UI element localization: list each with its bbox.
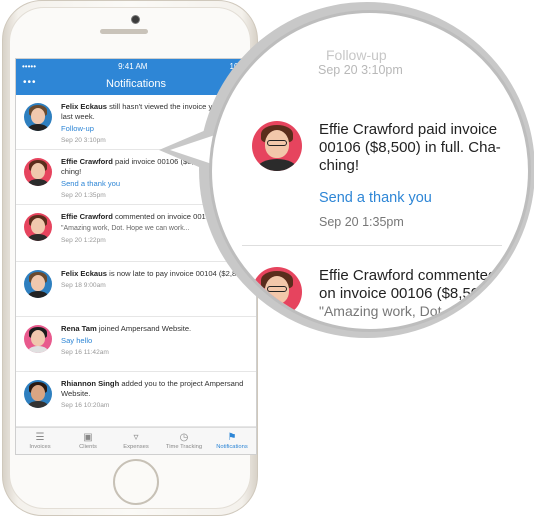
home-button[interactable] <box>113 459 159 505</box>
tab-label: Expenses <box>123 444 149 450</box>
notification-item[interactable]: Felix Eckaus is now late to pay invoice … <box>16 262 256 317</box>
notification-item[interactable]: Rhiannon Singh added you to the project … <box>16 372 256 427</box>
notification-date: Sep 16 10:20am <box>61 402 110 409</box>
earpiece-speaker <box>100 29 148 34</box>
tab-notifications[interactable]: ⚑ Notifications <box>208 428 256 454</box>
avatar <box>252 267 302 317</box>
notification-date: Sep 18 9:00am <box>61 282 106 289</box>
sender-name: Felix Eckaus <box>61 269 108 278</box>
tab-time-tracking[interactable]: ◷ Time Tracking <box>160 428 208 454</box>
notification-item[interactable]: Rena Tam joined Ampersand Website. Say h… <box>16 317 256 372</box>
avatar <box>24 380 52 408</box>
magnifier-pointer-fill <box>170 135 215 165</box>
magnified-date: Sep 20 1:35pm <box>319 215 404 229</box>
status-time: 9:41 AM <box>118 61 148 71</box>
magnified-quote: "Amazing work, Dot. <box>319 303 446 319</box>
notification-message: joined Ampersand Website. <box>96 324 192 333</box>
say-hello-link[interactable]: Say hello <box>61 336 250 346</box>
magnified-date: Sep 20 3:10pm <box>318 63 403 77</box>
magnifier-lens: Follow-up Sep 20 3:10pm Effie Crawford p… <box>209 10 531 332</box>
magnified-message: Effie Crawford paid invoice 00106 ($8,50… <box>319 121 501 174</box>
sender-name: Rhiannon Singh <box>61 379 120 388</box>
bell-icon: ⚑ <box>227 432 237 443</box>
front-camera <box>131 15 140 24</box>
signal-dots: ••••• <box>22 61 37 71</box>
tab-label: Invoices <box>29 444 51 450</box>
tab-expenses[interactable]: ▿ Expenses <box>112 428 160 454</box>
magnified-notification-paid: Effie Crawford paid invoice 00106 ($8,50… <box>252 121 502 229</box>
magnified-send-thank-you-link[interactable]: Send a thank you <box>319 190 502 206</box>
magnified-message: Effie Crawford commented on invoice 0010… <box>319 267 497 302</box>
status-bar: ••••• 9:41 AM 100% <box>16 59 256 73</box>
more-menu-button[interactable]: ••• <box>23 77 37 88</box>
sender-name: Effie Crawford <box>61 212 113 221</box>
tab-clients[interactable]: ▣ Clients <box>64 428 112 454</box>
tab-bar: ☰ Invoices ▣ Clients ▿ Expenses ◷ Time T… <box>16 427 256 454</box>
expenses-icon: ▿ <box>133 432 139 443</box>
tab-label: Time Tracking <box>165 444 203 450</box>
avatar <box>252 121 302 171</box>
clock-icon: ◷ <box>179 432 189 443</box>
magnified-follow-up-link: Follow-up <box>326 47 387 63</box>
sender-name: Effie Crawford <box>61 157 113 166</box>
magnified-previous-item: Follow-up Sep 20 3:10pm <box>318 47 403 77</box>
avatar <box>24 325 52 353</box>
avatar <box>24 213 52 241</box>
avatar <box>24 270 52 298</box>
magnified-notification-comment: Effie Crawford commented on invoice 0010… <box>252 267 502 319</box>
avatar <box>24 158 52 186</box>
invoice-icon: ☰ <box>35 432 45 443</box>
avatar <box>24 103 52 131</box>
tab-invoices[interactable]: ☰ Invoices <box>16 428 64 454</box>
marketing-stage: ••••• 9:41 AM 100% ••• Notifications Fel… <box>0 0 534 518</box>
tab-label: Clients <box>79 444 97 450</box>
notification-message: is now late to pay invoice 00104 ($2,800… <box>107 269 250 278</box>
divider <box>242 245 502 246</box>
clients-icon: ▣ <box>83 432 93 443</box>
tab-label: Notifications <box>216 444 248 450</box>
notification-date: Sep 16 11:42am <box>61 349 109 356</box>
sender-name: Felix Eckaus <box>61 102 108 111</box>
sender-name: Rena Tam <box>61 324 97 333</box>
iphone-frame: ••••• 9:41 AM 100% ••• Notifications Fel… <box>2 0 258 516</box>
